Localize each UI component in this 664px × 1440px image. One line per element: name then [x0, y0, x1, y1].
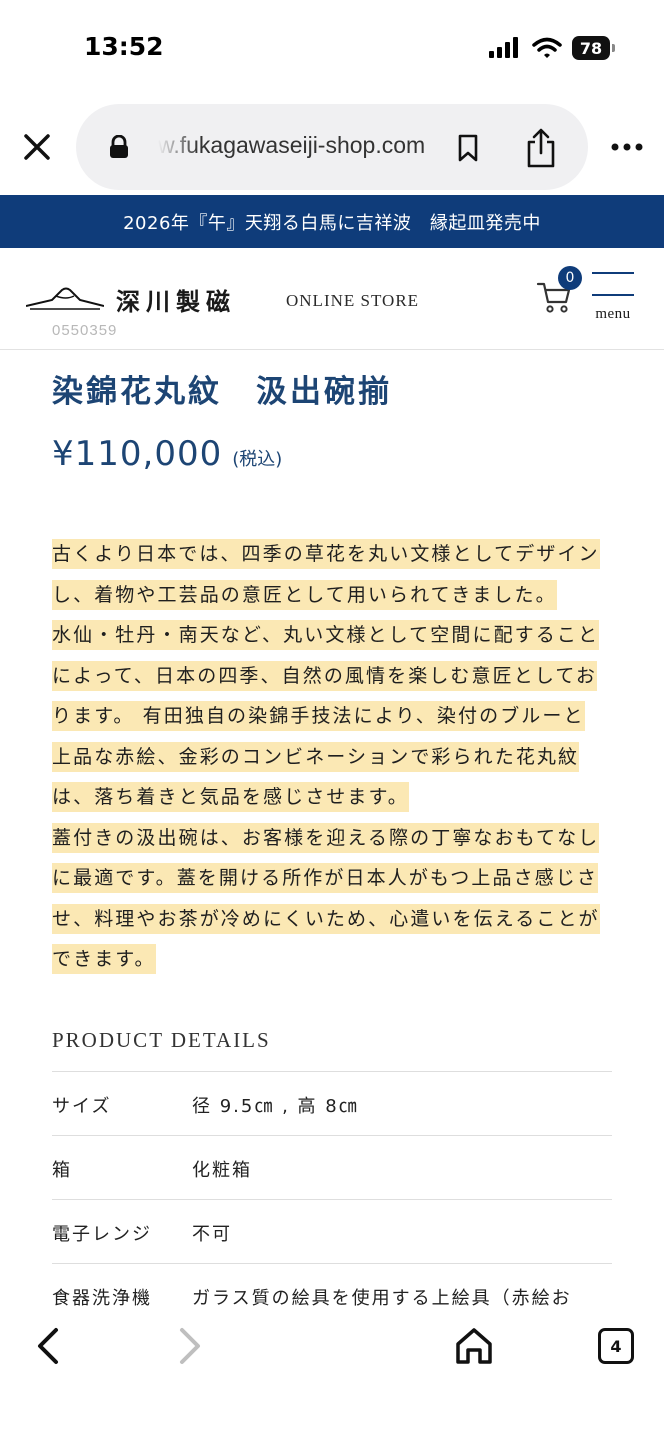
detail-value: 径 9.5㎝ , 高 8㎝ — [192, 1096, 359, 1117]
announcement-banner[interactable]: 2026年『午』天翔る白馬に吉祥波 縁起皿発売中 — [0, 195, 664, 248]
detail-label: 箱 — [52, 1160, 72, 1181]
description-line: できます。 — [52, 939, 612, 980]
cart-count-badge: 0 — [558, 266, 582, 290]
detail-row-size: サイズ 径 9.5㎝ , 高 8㎝ — [52, 1071, 612, 1135]
product-price: ¥110,000 — [52, 434, 223, 474]
signal-icon — [489, 37, 518, 58]
product-title: 染錦花丸紋 汲出碗揃 — [52, 374, 392, 410]
description-line: によって、日本の四季、自然の風情を楽しむ意匠としてお — [52, 656, 612, 697]
address-bar[interactable]: w.fukagawaseiji-shop.com — [76, 104, 588, 190]
hamburger-icon-line — [592, 294, 634, 296]
logo-kanji: 深川製磁 — [116, 287, 236, 316]
lock-icon — [110, 135, 128, 158]
description-line: し、着物や工芸品の意匠として用いられてきました。 — [52, 575, 612, 616]
url-fade — [158, 124, 198, 170]
cart-button[interactable]: 0 — [536, 266, 586, 316]
battery-indicator: 78 — [572, 36, 615, 60]
battery-level: 78 — [579, 38, 603, 58]
product-code: 0550359 — [52, 322, 118, 339]
tax-note: (税込) — [232, 449, 283, 470]
detail-row-box: 箱 化粧箱 — [52, 1135, 612, 1199]
status-bar: 13:52 78 — [0, 0, 664, 100]
browser-toolbar: 4 — [0, 1306, 664, 1440]
description-line: 蓋付きの汲出碗は、お客様を迎える際の丁寧なおもてなし — [52, 818, 612, 859]
wifi-icon — [532, 37, 562, 58]
description-line: ります。 有田独自の染錦手技法により、染付のブルーと — [52, 696, 612, 737]
details-table: サイズ 径 9.5㎝ , 高 8㎝ 箱 化粧箱 電子レンジ 不可 食器洗浄機 ガ… — [52, 1071, 612, 1327]
bookmark-icon[interactable] — [456, 134, 480, 162]
back-icon[interactable] — [30, 1324, 70, 1368]
site-header: 深川製磁 ONLINE STORE 0550359 0 menu — [0, 248, 664, 350]
close-button[interactable] — [20, 130, 54, 164]
share-icon[interactable] — [524, 128, 558, 168]
description-line: 古くより日本では、四季の草花を丸い文様としてデザイン — [52, 534, 612, 575]
detail-row-microwave: 電子レンジ 不可 — [52, 1199, 612, 1263]
close-icon — [24, 134, 50, 160]
menu-label: menu — [595, 306, 631, 322]
logo-subtitle: ONLINE STORE — [286, 291, 420, 310]
store-logo[interactable]: 深川製磁 ONLINE STORE — [26, 280, 426, 320]
battery-tip — [612, 44, 615, 52]
price-row: ¥110,000 (税込) — [52, 434, 282, 474]
more-icon[interactable] — [610, 140, 644, 154]
url-text[interactable]: w.fukagawaseiji-shop.com — [158, 132, 438, 162]
detail-label: サイズ — [52, 1096, 112, 1117]
description-line: 上品な赤絵、金彩のコンビネーションで彩られた花丸紋 — [52, 737, 612, 778]
detail-value: 不可 — [192, 1224, 232, 1245]
forward-icon — [180, 1328, 200, 1364]
tab-count: 4 — [610, 1336, 622, 1356]
mountain-logo-icon — [26, 287, 104, 310]
home-icon[interactable] — [452, 1324, 496, 1368]
tabs-icon[interactable]: 4 — [598, 1328, 634, 1364]
announcement-text[interactable]: 2026年『午』天翔る白馬に吉祥波 縁起皿発売中 — [123, 209, 541, 235]
description-line: に最適です。蓋を開ける所作が日本人がもつ上品さ感じさ — [52, 858, 612, 899]
description-line: 水仙・牡丹・南天など、丸い文様として空間に配すること — [52, 615, 612, 656]
status-time: 13:52 — [84, 32, 164, 61]
product-description: 古くより日本では、四季の草花を丸い文様としてデザイン し、着物や工芸品の意匠とし… — [52, 534, 612, 980]
menu-button[interactable]: menu — [590, 272, 636, 328]
details-heading: PRODUCT DETAILS — [52, 1028, 271, 1052]
status-icons: 78 — [488, 36, 615, 60]
hamburger-icon — [592, 272, 634, 274]
detail-value: 化粧箱 — [192, 1160, 252, 1181]
description-line: せ、料理やお茶が冷めにくいため、心遣いを伝えることが — [52, 899, 612, 940]
detail-label: 電子レンジ — [52, 1224, 152, 1245]
description-line: は、落ち着きと気品を感じさせます。 — [52, 777, 612, 818]
